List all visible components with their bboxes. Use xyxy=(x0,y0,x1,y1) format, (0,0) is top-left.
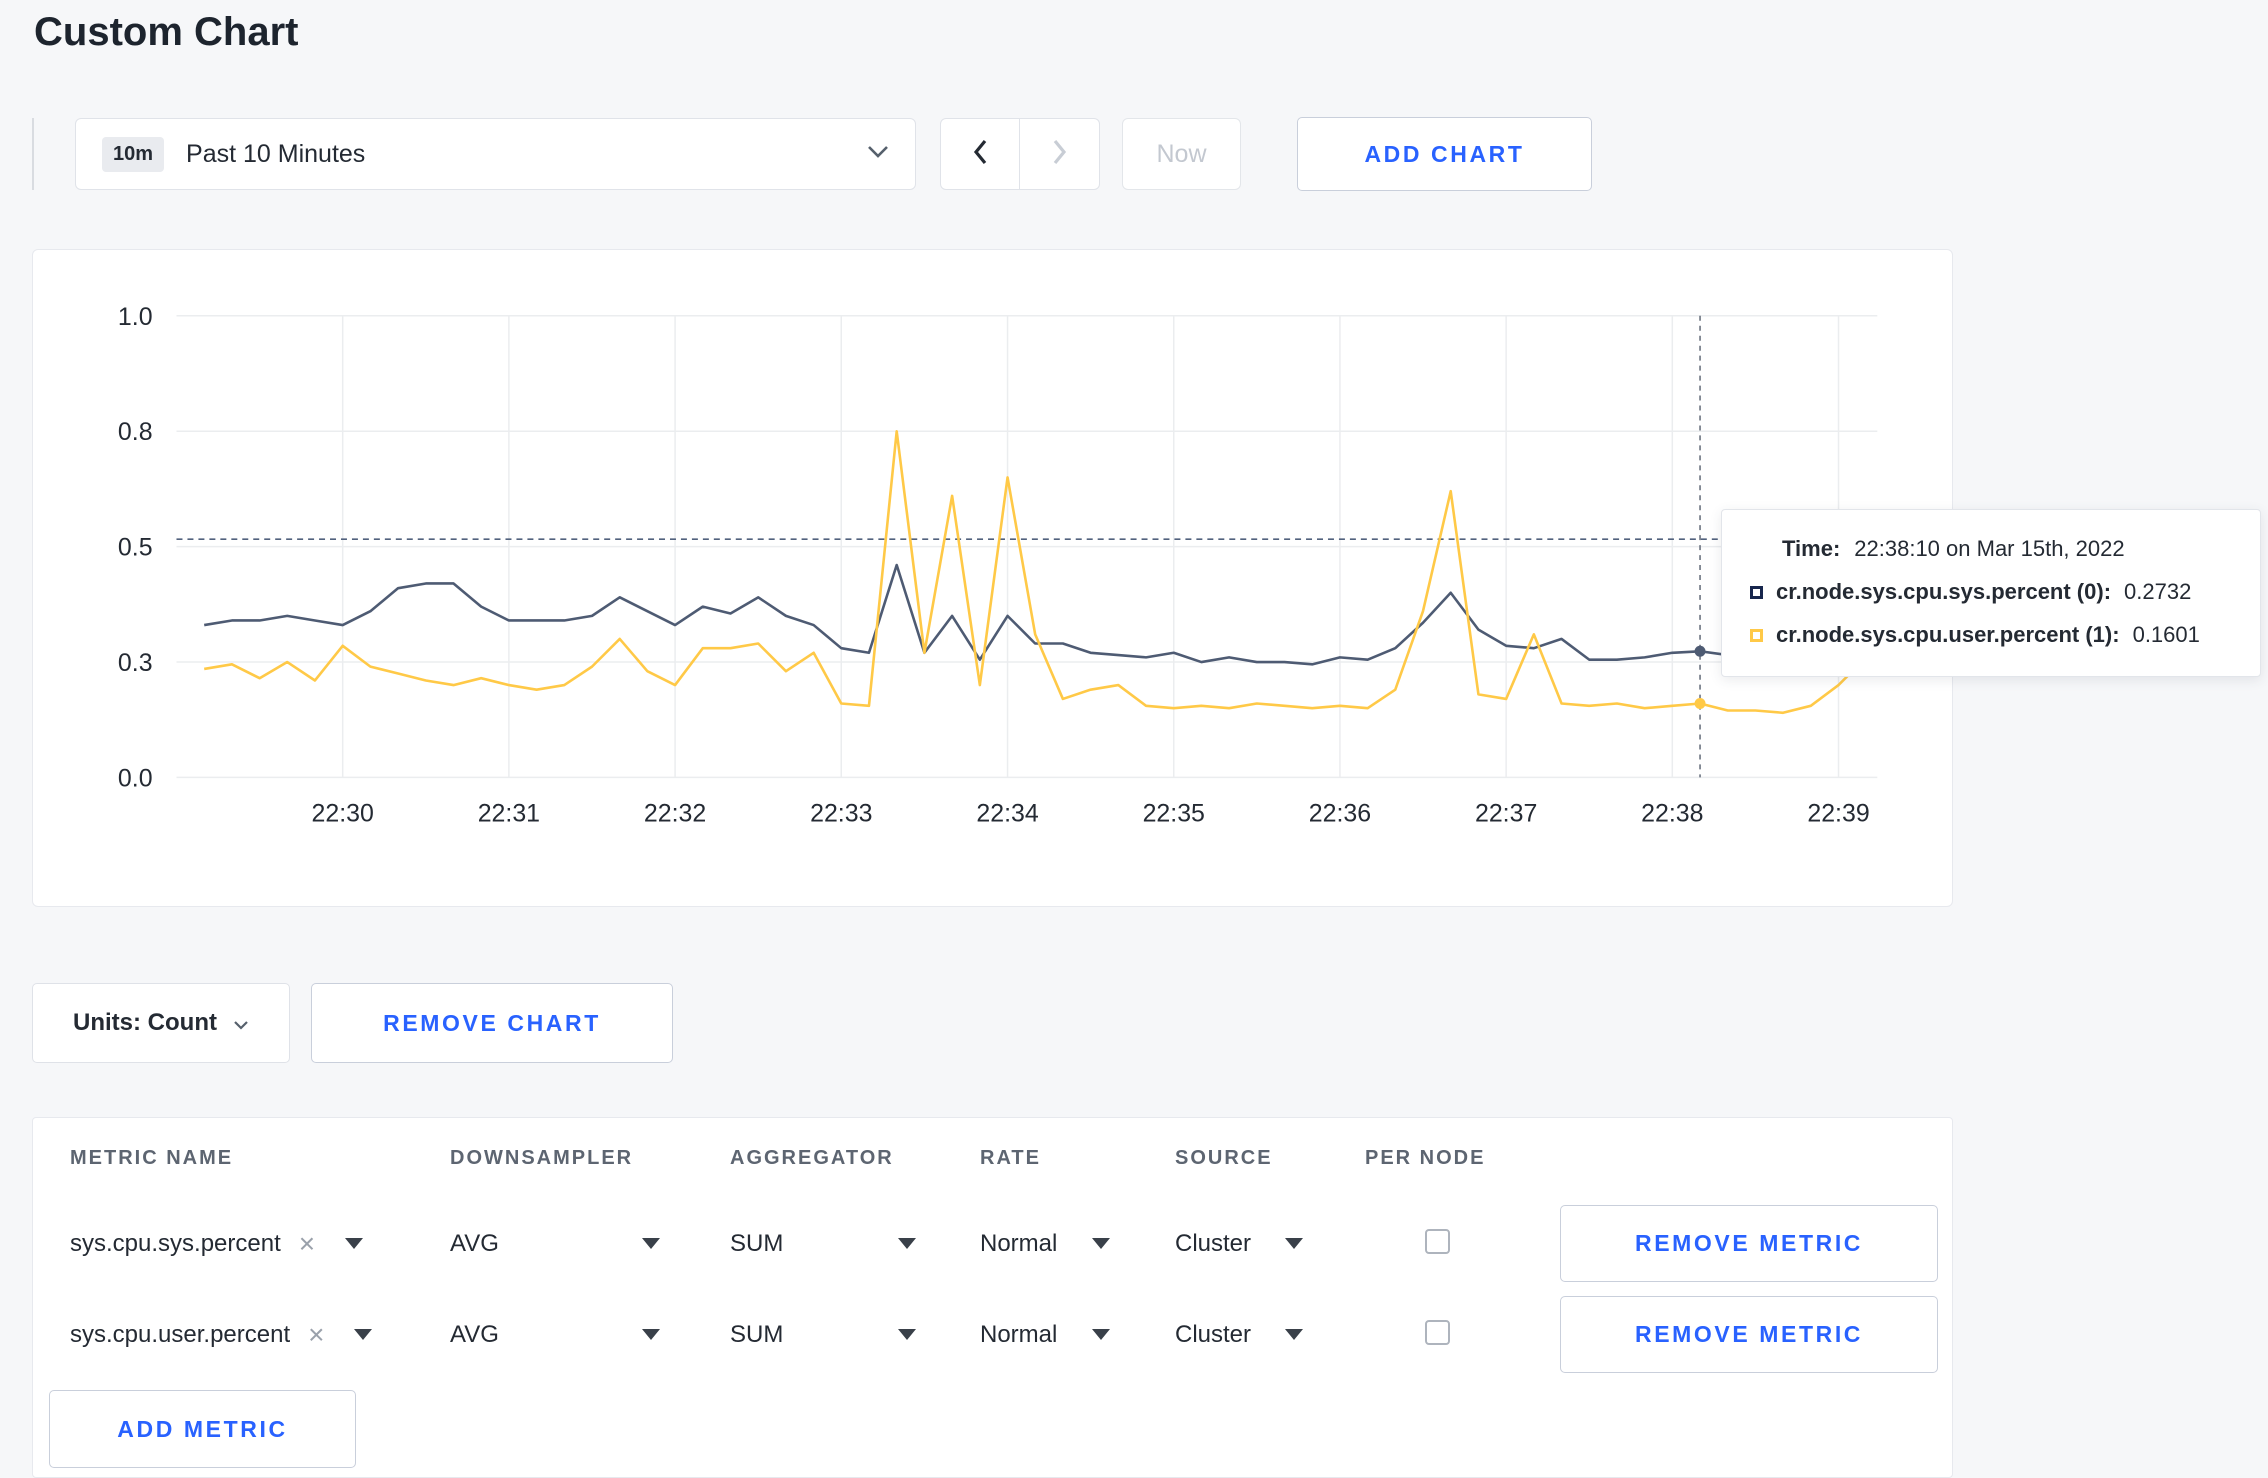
downsampler-value: AVG xyxy=(450,1320,499,1348)
svg-text:0.8: 0.8 xyxy=(118,418,153,446)
aggregator-value: SUM xyxy=(730,1320,784,1348)
add-chart-button[interactable]: ADD CHART xyxy=(1297,117,1592,191)
chevron-down-icon xyxy=(867,145,889,163)
tooltip-series-value: 0.1601 xyxy=(2132,622,2200,647)
metric-name-value: sys.cpu.user.percent xyxy=(70,1320,291,1348)
rate-select[interactable]: Normal xyxy=(980,1321,1110,1349)
rate-value: Normal xyxy=(980,1320,1058,1348)
svg-text:22:31: 22:31 xyxy=(478,799,540,827)
per-node-checkbox[interactable] xyxy=(1425,1228,1450,1254)
metrics-panel: METRIC NAME DOWNSAMPLER AGGREGATOR RATE … xyxy=(32,1117,1953,1478)
svg-text:0.5: 0.5 xyxy=(118,534,153,562)
svg-text:22:35: 22:35 xyxy=(1143,799,1205,827)
col-header-rate: RATE xyxy=(980,1146,1041,1169)
user-series-swatch-icon xyxy=(1750,628,1763,642)
tooltip-series-row: cr.node.sys.cpu.user.percent (1): 0.1601 xyxy=(1750,622,2232,648)
now-button[interactable]: Now xyxy=(1122,118,1241,190)
page-title: Custom Chart xyxy=(34,10,299,54)
metric-name-select[interactable]: sys.cpu.user.percent × xyxy=(70,1320,388,1349)
svg-text:22:33: 22:33 xyxy=(810,799,872,827)
caret-down-icon xyxy=(1092,1329,1110,1340)
clear-metric-icon[interactable]: × xyxy=(299,1229,315,1258)
source-value: Cluster xyxy=(1175,1320,1252,1348)
timeseries-chart[interactable]: 0.0 0.3 0.5 0.8 1.0 22:30 22:31 22:32 22:33 22:34… xyxy=(33,250,1952,906)
units-bar: Units: Count REMOVE CHART xyxy=(32,983,673,1063)
aggregator-select[interactable]: SUM xyxy=(730,1321,916,1349)
svg-text:0.0: 0.0 xyxy=(118,764,153,792)
prev-time-button[interactable] xyxy=(940,118,1020,190)
rate-value: Normal xyxy=(980,1229,1058,1257)
metric-name-select[interactable]: sys.cpu.sys.percent × xyxy=(70,1229,388,1258)
downsampler-select[interactable]: AVG xyxy=(450,1230,660,1258)
caret-down-icon xyxy=(642,1238,660,1249)
svg-text:22:37: 22:37 xyxy=(1475,799,1537,827)
next-time-button[interactable] xyxy=(1020,118,1100,190)
source-select[interactable]: Cluster xyxy=(1175,1230,1303,1258)
svg-text:22:38: 22:38 xyxy=(1641,799,1703,827)
caret-down-icon xyxy=(898,1238,916,1249)
svg-text:22:39: 22:39 xyxy=(1807,799,1869,827)
time-range-select[interactable]: 10m Past 10 Minutes xyxy=(75,118,916,190)
col-header-metric-name: METRIC NAME xyxy=(70,1146,234,1169)
rate-select[interactable]: Normal xyxy=(980,1230,1110,1258)
sys-series-swatch-icon xyxy=(1750,585,1763,599)
caret-down-icon xyxy=(1285,1238,1303,1249)
caret-down-icon xyxy=(1285,1329,1303,1340)
caret-down-icon xyxy=(898,1329,916,1340)
metrics-table-header: METRIC NAME DOWNSAMPLER AGGREGATOR RATE … xyxy=(33,1118,1952,1198)
col-header-source: SOURCE xyxy=(1175,1146,1273,1169)
svg-text:22:34: 22:34 xyxy=(976,799,1038,827)
units-select[interactable]: Units: Count xyxy=(32,983,290,1063)
metric-row: sys.cpu.sys.percent × AVG SUM Normal Clu… xyxy=(33,1198,1952,1289)
source-select[interactable]: Cluster xyxy=(1175,1321,1303,1349)
aggregator-value: SUM xyxy=(730,1229,784,1257)
downsampler-select[interactable]: AVG xyxy=(450,1321,660,1349)
col-header-per-node: PER NODE xyxy=(1365,1146,1486,1169)
caret-down-icon xyxy=(1092,1238,1110,1249)
svg-text:0.3: 0.3 xyxy=(118,649,153,677)
remove-chart-button[interactable]: REMOVE CHART xyxy=(311,983,673,1063)
chevron-left-icon xyxy=(972,139,988,170)
add-metric-button[interactable]: ADD METRIC xyxy=(49,1390,356,1468)
time-nav-group xyxy=(940,118,1100,190)
tooltip-series-row: cr.node.sys.cpu.sys.percent (0): 0.2732 xyxy=(1750,579,2232,605)
per-node-checkbox[interactable] xyxy=(1425,1319,1450,1345)
tooltip-time-row: Time: 22:38:10 on Mar 15th, 2022 xyxy=(1782,536,2232,562)
col-header-aggregator: AGGREGATOR xyxy=(730,1146,894,1169)
tooltip-series-name: cr.node.sys.cpu.sys.percent (0): xyxy=(1776,579,2112,604)
chart-panel[interactable]: 0.0 0.3 0.5 0.8 1.0 22:30 22:31 22:32 22:33 22:34… xyxy=(32,249,1953,907)
svg-text:22:36: 22:36 xyxy=(1309,799,1371,827)
time-range-badge: 10m xyxy=(102,136,165,172)
col-header-downsampler: DOWNSAMPLER xyxy=(450,1146,634,1169)
tooltip-time-label: Time: xyxy=(1782,536,1841,561)
metric-name-value: sys.cpu.sys.percent xyxy=(70,1229,281,1257)
aggregator-select[interactable]: SUM xyxy=(730,1230,916,1258)
time-range-label: Past 10 Minutes xyxy=(186,139,366,168)
toolbar: 10m Past 10 Minutes Now xyxy=(32,118,1241,190)
caret-down-icon xyxy=(345,1238,364,1249)
chevron-right-icon xyxy=(1052,139,1068,170)
svg-text:22:30: 22:30 xyxy=(312,799,374,827)
caret-down-icon xyxy=(354,1329,373,1340)
metric-row: sys.cpu.user.percent × AVG SUM Normal Cl… xyxy=(33,1289,1952,1380)
clear-metric-icon[interactable]: × xyxy=(308,1320,324,1349)
chart-tooltip: Time: 22:38:10 on Mar 15th, 2022 cr.node.… xyxy=(1721,509,2261,677)
units-label: Units: Count xyxy=(73,1009,217,1036)
source-value: Cluster xyxy=(1175,1229,1252,1257)
tooltip-time-value: 22:38:10 on Mar 15th, 2022 xyxy=(1854,536,2125,561)
toolbar-divider xyxy=(32,118,34,190)
tooltip-series-value: 0.2732 xyxy=(2124,579,2192,604)
remove-metric-button[interactable]: REMOVE METRIC xyxy=(1560,1296,1938,1373)
chevron-down-icon xyxy=(233,1009,249,1037)
downsampler-value: AVG xyxy=(450,1229,499,1257)
caret-down-icon xyxy=(642,1329,660,1340)
svg-text:1.0: 1.0 xyxy=(118,303,153,331)
svg-text:22:32: 22:32 xyxy=(644,799,706,827)
remove-metric-button[interactable]: REMOVE METRIC xyxy=(1560,1205,1938,1282)
tooltip-series-name: cr.node.sys.cpu.user.percent (1): xyxy=(1776,622,2120,647)
